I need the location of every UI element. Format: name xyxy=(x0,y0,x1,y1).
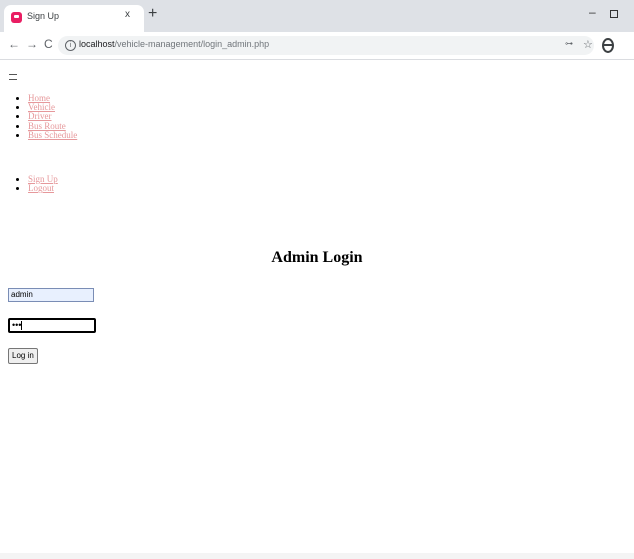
site-info-icon[interactable]: i xyxy=(65,40,76,51)
new-tab-icon[interactable]: + xyxy=(148,6,157,22)
username-input[interactable]: admin xyxy=(8,288,94,302)
tab-title: Sign Up xyxy=(27,11,60,21)
login-button[interactable]: Log in xyxy=(8,348,38,364)
url-text: localhost/vehicle-management/login_admin… xyxy=(79,39,269,49)
window-minimize-icon[interactable]: – xyxy=(589,5,596,19)
profile-avatar-icon[interactable] xyxy=(602,38,614,53)
bottom-edge xyxy=(0,553,634,559)
address-bar[interactable]: i localhost/vehicle-management/login_adm… xyxy=(58,36,594,55)
site-favicon-icon xyxy=(11,12,22,23)
browser-tab[interactable]: Sign Up x xyxy=(4,5,144,32)
browser-toolbar: ← → C i localhost/vehicle-management/log… xyxy=(0,32,634,60)
url-path: /vehicle-management/login_admin.php xyxy=(114,39,270,49)
bookmark-star-icon[interactable]: ☆ xyxy=(583,38,593,51)
hamburger-menu-icon[interactable] xyxy=(9,74,17,80)
password-input[interactable]: ••• xyxy=(8,318,96,333)
url-host: localhost xyxy=(79,39,115,49)
browser-tabstrip: Sign Up x + – xyxy=(0,0,634,32)
password-key-icon[interactable]: ⊶ xyxy=(565,39,573,48)
window-maximize-icon[interactable] xyxy=(610,10,618,18)
password-value: ••• xyxy=(12,320,22,330)
page-title: Admin Login xyxy=(271,249,363,266)
nav-item-bus-schedule: Bus Schedule xyxy=(28,130,77,140)
main-nav-list: Home Vehicle Driver Bus Route Bus Schedu… xyxy=(0,93,77,140)
back-arrow-icon[interactable]: ← xyxy=(8,37,20,51)
user-nav-list: Sign Up Logout xyxy=(0,174,58,193)
nav-link-bus-schedule[interactable]: Bus Schedule xyxy=(28,130,77,140)
forward-arrow-icon[interactable]: → xyxy=(26,37,38,51)
reload-icon[interactable]: C xyxy=(44,37,53,51)
nav-item-logout: Logout xyxy=(28,184,58,193)
nav-link-logout[interactable]: Logout xyxy=(28,183,54,193)
tab-close-icon[interactable]: x xyxy=(125,9,130,20)
text-caret xyxy=(21,321,23,331)
